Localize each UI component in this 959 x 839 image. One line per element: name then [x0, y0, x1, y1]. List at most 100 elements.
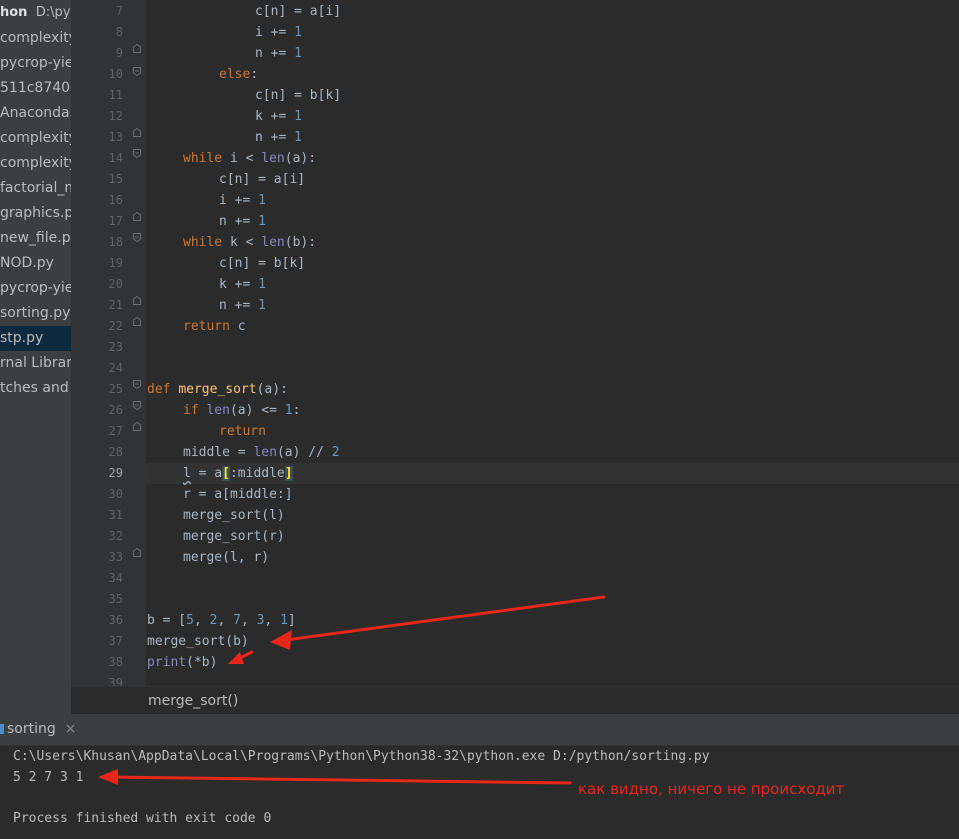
code-line-33[interactable]: merge(l, r) [147, 547, 269, 568]
code-keyword: while [183, 151, 230, 166]
line-number: 39 [108, 676, 123, 686]
line-number: 13 [108, 130, 123, 144]
fold-marker-icon[interactable] [133, 548, 141, 557]
code-text: c[n] = b[k] [255, 88, 342, 103]
code-line-25[interactable]: def merge_sort(a): [147, 379, 288, 400]
code-number: 1 [294, 130, 302, 145]
project-root[interactable]: hon D:\pyt [0, 0, 71, 26]
code-line-32[interactable]: merge_sort(r) [147, 526, 285, 547]
code-line-27[interactable]: return [147, 421, 266, 442]
python-run-icon [0, 724, 4, 734]
sidebar-item[interactable]: rnal Librari [0, 351, 71, 376]
fold-marker-icon[interactable] [133, 128, 141, 137]
project-path: D:\pyt [35, 5, 71, 20]
sidebar-item[interactable]: factorial_m [0, 176, 71, 201]
sidebar-item[interactable]: NOD.py [0, 251, 71, 276]
code-line-9[interactable]: n += 1 [147, 43, 302, 64]
code-line-15[interactable]: c[n] = a[i] [147, 169, 305, 190]
code-builtin: len [253, 445, 277, 460]
fold-marker-icon[interactable] [133, 67, 141, 76]
run-tab-bar: sorting × [0, 714, 959, 746]
fold-marker-icon[interactable] [133, 233, 141, 242]
sidebar-item[interactable]: Anaconda3 [0, 101, 71, 126]
tab-label: sorting [7, 721, 56, 737]
fold-marker-icon[interactable] [133, 380, 141, 389]
line-number: 17 [108, 214, 123, 228]
sidebar-item[interactable]: complexity [0, 26, 71, 51]
code-line-36[interactable]: b = [5, 2, 7, 3, 1] [147, 610, 296, 631]
code-line-19[interactable]: c[n] = b[k] [147, 253, 305, 274]
code-line-8[interactable]: i += 1 [147, 22, 302, 43]
code-line-26[interactable]: if len(a) <= 1: [147, 400, 300, 421]
code-bracket-match: ] [284, 466, 293, 481]
code-line-28[interactable]: middle = len(a) // 2 [147, 442, 340, 463]
fold-marker-icon[interactable] [133, 44, 141, 53]
sidebar-item[interactable]: tches and C [0, 376, 71, 401]
code-number: 1 [294, 109, 302, 124]
code-line-11[interactable]: c[n] = b[k] [147, 85, 341, 106]
sidebar-item[interactable]: complexity. [0, 126, 71, 151]
line-number: 35 [108, 592, 123, 606]
code-text: i += [219, 193, 259, 208]
code-line-22[interactable]: return c [147, 316, 246, 337]
code-text: n += [219, 298, 259, 313]
line-number: 25 [108, 382, 123, 396]
fold-marker-icon[interactable] [133, 212, 141, 221]
code-line-29[interactable]: l = a[:middle] [147, 463, 293, 484]
fold-marker-icon[interactable] [133, 401, 141, 410]
code-number: 5 [186, 613, 194, 628]
code-keyword: else [219, 67, 251, 82]
sidebar-item-selected[interactable]: stp.py [0, 326, 71, 351]
sidebar-item[interactable]: pycrop-yiel [0, 51, 71, 76]
code-number: 7 [233, 613, 241, 628]
code-text: (a): [256, 382, 288, 397]
code-line-16[interactable]: i += 1 [147, 190, 266, 211]
sidebar-item[interactable]: pycrop-yiel [0, 276, 71, 301]
line-number: 28 [108, 445, 123, 459]
code-line-17[interactable]: n += 1 [147, 211, 266, 232]
code-line-10[interactable]: else: [147, 64, 258, 85]
fold-marker-icon[interactable] [133, 296, 141, 305]
line-number: 12 [108, 109, 123, 123]
fold-marker-icon[interactable] [133, 317, 141, 326]
line-number: 32 [108, 529, 123, 543]
code-line-18[interactable]: while k < len(b): [147, 232, 316, 253]
sidebar-item[interactable]: new_file.py [0, 226, 71, 251]
fold-marker-icon[interactable] [133, 149, 141, 158]
code-text: (*b) [186, 655, 218, 670]
code-keyword: if [183, 403, 207, 418]
sidebar-item[interactable]: graphics.py [0, 201, 71, 226]
code-line-13[interactable]: n += 1 [147, 127, 302, 148]
line-number: 26 [108, 403, 123, 417]
code-line-30[interactable]: r = a[middle:] [147, 484, 293, 505]
annotation-arrow-icon [270, 595, 606, 650]
code-line-38[interactable]: print(*b) [147, 652, 217, 673]
code-line-7[interactable]: c[n] = a[i] [147, 1, 341, 22]
code-line-31[interactable]: merge_sort(l) [147, 505, 285, 526]
code-keyword: return [219, 424, 266, 439]
code-number: 1 [258, 277, 266, 292]
code-line-20[interactable]: k += 1 [147, 274, 266, 295]
breadcrumb: merge_sort() [71, 686, 959, 715]
line-number: 21 [108, 298, 123, 312]
code-text: merge_sort(b) [147, 634, 249, 649]
breadcrumb-item[interactable]: merge_sort() [148, 693, 238, 709]
code-text: ] [287, 613, 296, 628]
code-keyword: return [183, 319, 238, 334]
code-text: b = [ [147, 613, 187, 628]
code-line-14[interactable]: while i < len(a): [147, 148, 316, 169]
tab-sorting[interactable]: sorting × [0, 714, 76, 745]
sidebar-item[interactable]: complexity. [0, 151, 71, 176]
code-number: 2 [331, 445, 340, 460]
line-number: 8 [115, 25, 123, 39]
code-builtin: print [147, 655, 187, 670]
fold-marker-icon[interactable] [133, 422, 141, 431]
sidebar-item[interactable]: sorting.py [0, 301, 71, 326]
code-line-37[interactable]: merge_sort(b) [147, 631, 249, 652]
line-number: 9 [115, 46, 123, 60]
code-number: 1 [294, 46, 302, 61]
sidebar-item[interactable]: 511c8740-1 [0, 76, 71, 101]
close-icon[interactable]: × [65, 721, 77, 737]
code-line-21[interactable]: n += 1 [147, 295, 266, 316]
code-line-12[interactable]: k += 1 [147, 106, 302, 127]
